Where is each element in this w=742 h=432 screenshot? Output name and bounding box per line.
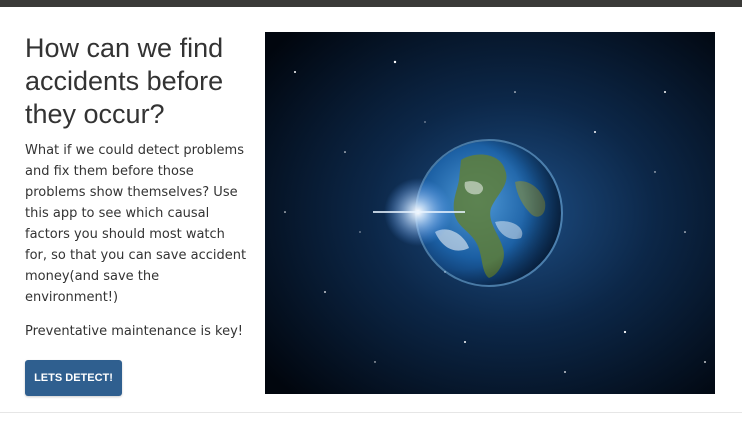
hero-description-line: and fix them before those: [25, 164, 194, 179]
lets-detect-button[interactable]: LETS DETECT!: [25, 360, 122, 396]
hero-key-text: Preventative maintenance is key!: [25, 324, 243, 339]
hero-description-line: factors you should most watch: [25, 227, 225, 242]
hero-description-line: this app to see which causal: [25, 206, 210, 221]
hero-heading-line: accidents before: [25, 66, 224, 96]
hero-description-line: problems show themselves? Use: [25, 185, 238, 200]
earth-in-space-image: [265, 32, 715, 394]
hero-heading-line: How can we find: [25, 33, 224, 63]
top-nav-bar: [0, 0, 742, 7]
hero-text-column: How can we find accidents before they oc…: [25, 32, 247, 342]
section-divider: [0, 412, 742, 413]
hero-description-line: What if we could detect problems: [25, 143, 244, 158]
hero-description: What if we could detect problems and fix…: [25, 140, 247, 308]
hero-heading: How can we find accidents before they oc…: [25, 32, 247, 131]
hero-description-line: environment!): [25, 290, 119, 305]
hero-heading-line: they occur?: [25, 99, 165, 129]
hero-description-line: for, so that you can save accident: [25, 248, 247, 263]
hero-description-line: money(and save the: [25, 269, 160, 284]
earth-illustration: [265, 32, 715, 394]
